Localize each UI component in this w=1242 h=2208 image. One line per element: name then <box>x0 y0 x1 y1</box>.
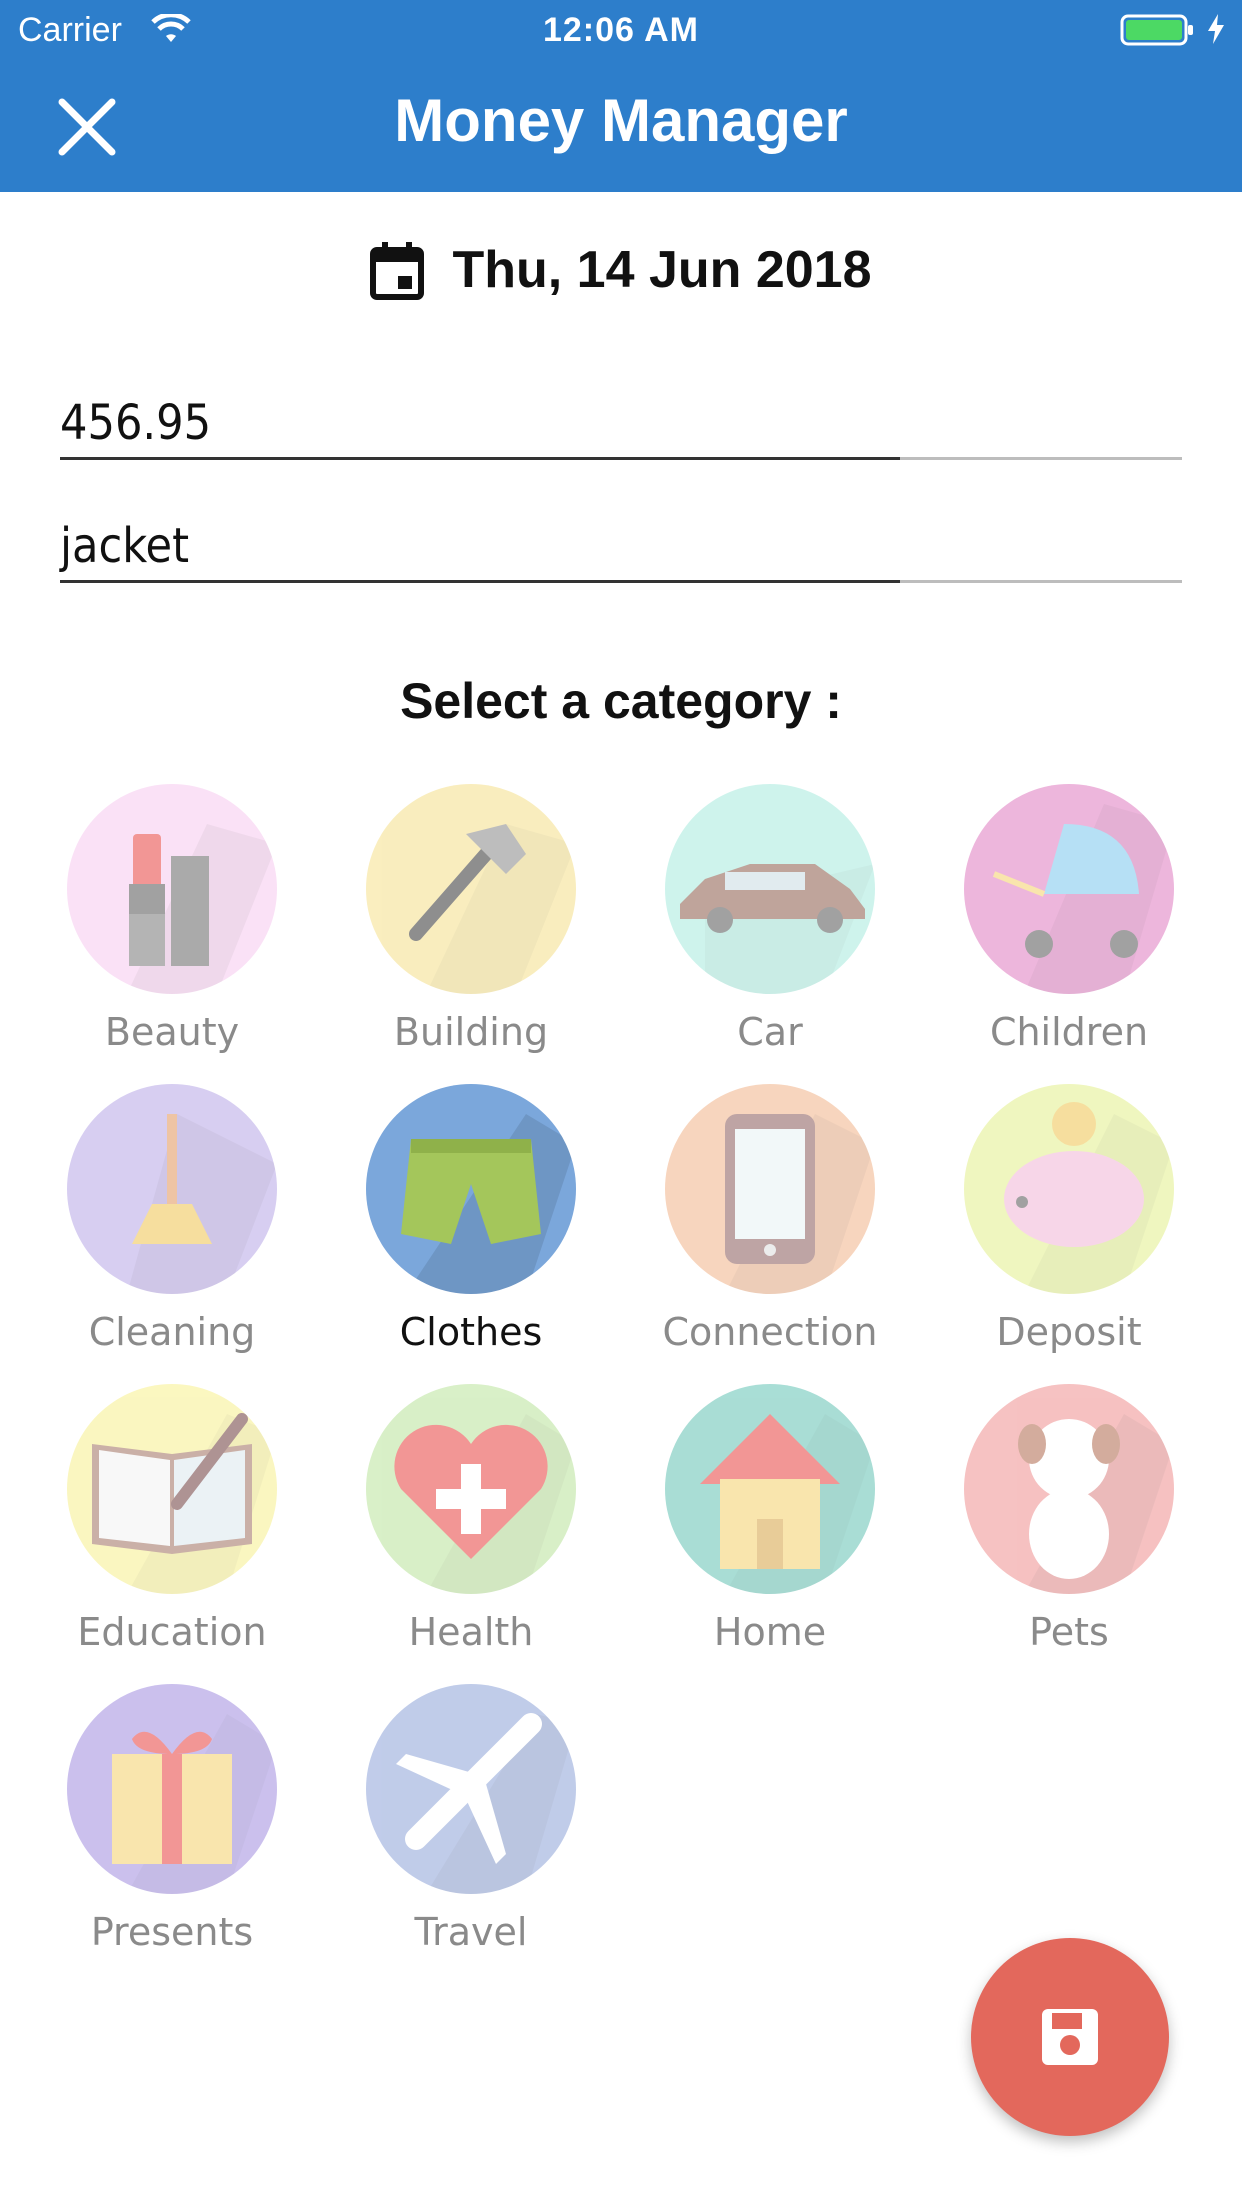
category-label: Pets <box>1029 1610 1109 1654</box>
phone-icon <box>665 1084 875 1294</box>
category-home[interactable]: Home <box>618 1384 878 1664</box>
amount-underline <box>60 457 1182 460</box>
category-deposit[interactable]: Deposit <box>917 1084 1177 1364</box>
category-label: Deposit <box>996 1310 1142 1354</box>
category-label: Building <box>393 1010 549 1054</box>
note-field[interactable]: jacket <box>60 518 1182 583</box>
category-label: Health <box>408 1610 534 1654</box>
charging-icon <box>1205 12 1227 55</box>
category-building[interactable]: Building <box>319 784 579 1064</box>
category-beauty[interactable]: Beauty <box>20 784 280 1064</box>
category-label: Car <box>737 1010 803 1054</box>
hammer-icon <box>366 784 576 994</box>
piggy-bank-icon <box>964 1084 1174 1294</box>
category-label: Beauty <box>104 1010 240 1054</box>
section-title: Select a category : <box>400 673 842 729</box>
airplane-icon <box>366 1684 576 1894</box>
category-health[interactable]: Health <box>319 1384 579 1664</box>
category-cleaning[interactable]: Cleaning <box>20 1084 280 1364</box>
house-icon <box>665 1384 875 1594</box>
category-education[interactable]: Education <box>20 1384 280 1664</box>
category-label: Presents <box>90 1910 254 1954</box>
date-text: Thu, 14 Jun 2018 <box>452 241 872 299</box>
car-icon <box>665 784 875 994</box>
category-clothes[interactable]: Clothes <box>319 1084 579 1364</box>
category-children[interactable]: Children <box>917 784 1177 1064</box>
broom-icon <box>67 1084 277 1294</box>
category-label: Travel <box>414 1910 528 1954</box>
dog-icon <box>964 1384 1174 1594</box>
date-row: Thu, 14 Jun 2018 <box>0 240 1242 320</box>
amount-input[interactable]: 456.95 <box>60 395 1182 451</box>
stroller-icon <box>964 784 1174 994</box>
category-travel[interactable]: Travel <box>319 1684 579 1964</box>
gift-icon <box>67 1684 277 1894</box>
category-label: Clothes <box>399 1310 543 1354</box>
category-label: Connection <box>662 1310 878 1354</box>
amount-field[interactable]: 456.95 <box>60 395 1182 460</box>
book-pen-icon <box>67 1384 277 1594</box>
app-bar: Carrier 12:06 AM Money Manager <box>0 0 1242 192</box>
date-picker[interactable]: Thu, 14 Jun 2018 <box>370 240 872 300</box>
note-input[interactable]: jacket <box>60 518 1182 574</box>
category-connection[interactable]: Connection <box>618 1084 878 1364</box>
page-title: Money Manager <box>394 87 848 154</box>
calendar-icon <box>370 242 425 300</box>
status-bar: Carrier 12:06 AM <box>0 0 1242 62</box>
category-label: Education <box>77 1610 267 1654</box>
status-time: 12:06 AM <box>542 11 700 49</box>
battery-icon <box>1120 14 1196 57</box>
shorts-icon <box>366 1084 576 1294</box>
lipstick-icon <box>67 784 277 994</box>
category-car[interactable]: Car <box>618 784 878 1064</box>
category-label: Children <box>989 1010 1149 1054</box>
category-pets[interactable]: Pets <box>917 1384 1177 1664</box>
save-button[interactable] <box>971 1938 1169 2136</box>
save-icon <box>1042 2009 1098 2065</box>
note-underline <box>60 580 1182 583</box>
category-label: Cleaning <box>88 1310 256 1354</box>
category-label: Home <box>713 1610 827 1654</box>
category-presents[interactable]: Presents <box>20 1684 280 1964</box>
heart-plus-icon <box>366 1384 576 1594</box>
